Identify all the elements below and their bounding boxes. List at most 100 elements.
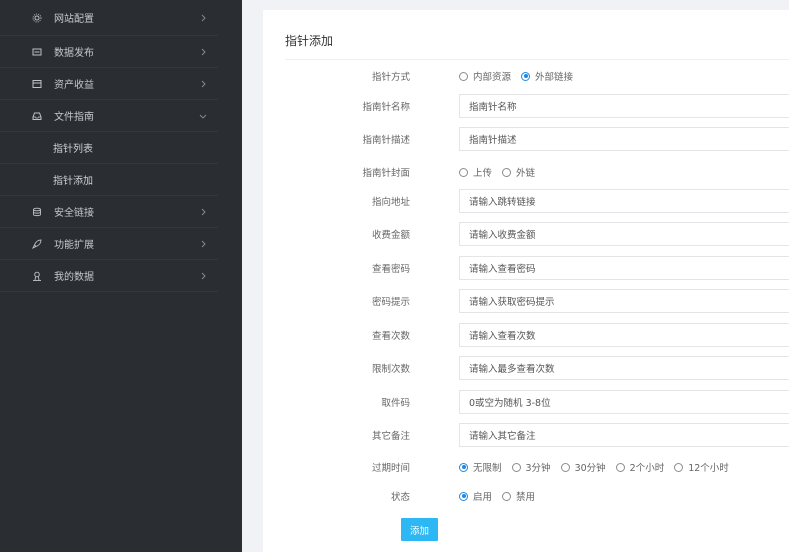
views-label: 查看次数 (371, 331, 410, 342)
status-radio-enabled[interactable]: 启用 (459, 489, 492, 503)
database-icon (32, 207, 42, 217)
inbox-icon (32, 111, 42, 121)
gear-icon (32, 13, 42, 23)
radio-label: 12个小时 (688, 463, 729, 474)
radio-label: 2个小时 (629, 463, 665, 474)
expire-radio-group: 无限制 3分钟 30分钟 2个小时 12个小时 (459, 460, 739, 474)
radio-circle-icon (502, 491, 512, 501)
desc-label: 指南针描述 (362, 135, 410, 146)
radio-checked-icon (521, 71, 531, 81)
form-row-password: 查看密码 请输入查看密码 (263, 256, 789, 280)
add-button[interactable]: 添加 (401, 518, 438, 541)
radio-label: 外链 (516, 168, 536, 179)
sidebar-item-label: 数据发布 (54, 48, 94, 59)
hint-label: 密码提示 (371, 297, 410, 308)
form-row-cover: 指南针封面 上传 外链 (263, 165, 789, 179)
expire-label: 过期时间 (371, 463, 410, 474)
form-card: 指针添加 指针方式 内部资源 外部链接 指南针名称 指南针名称 指南针描述 指南… (263, 10, 789, 552)
sidebar-subitem-pointer-list[interactable]: 指针列表 (0, 132, 218, 164)
expire-radio-12h[interactable]: 12个小时 (674, 460, 729, 474)
radio-circle-icon (502, 167, 512, 177)
form-row-hint: 密码提示 请输入获取密码提示 (263, 289, 789, 313)
cover-label: 指南针封面 (362, 168, 410, 179)
sidebar-item-file-guide[interactable]: 文件指南 (0, 100, 218, 132)
expire-radio-unlimited[interactable]: 无限制 (459, 460, 502, 474)
form-row-expire: 过期时间 无限制 3分钟 30分钟 2个小时 12个小时 (263, 460, 789, 474)
radio-label: 启用 (473, 492, 493, 503)
wallet-icon (32, 79, 42, 89)
sidebar: 网站配置 数据发布 资产收益 文件指南 指针列表 指针添加 安全链接 功能扩展 … (0, 0, 242, 552)
sidebar-item-asset-income[interactable]: 资产收益 (0, 68, 218, 100)
sidebar-item-label: 我的数据 (54, 272, 94, 283)
status-label: 状态 (390, 492, 410, 503)
sidebar-item-extensions[interactable]: 功能扩展 (0, 228, 218, 260)
chevron-right-icon (198, 13, 208, 23)
radio-circle-icon (674, 462, 684, 472)
expire-radio-2h[interactable]: 2个小时 (615, 460, 665, 474)
cover-radio-upload[interactable]: 上传 (459, 165, 492, 179)
rocket-icon (32, 239, 42, 249)
sidebar-item-my-data[interactable]: 我的数据 (0, 260, 218, 292)
radio-label: 禁用 (516, 492, 536, 503)
radio-circle-icon (560, 462, 570, 472)
radio-label: 30分钟 (574, 463, 606, 474)
code-label: 取件码 (381, 398, 410, 409)
mode-radio-internal[interactable]: 内部资源 (459, 69, 511, 83)
radio-label: 无限制 (473, 463, 502, 474)
mode-label: 指针方式 (371, 72, 410, 83)
mode-radio-external[interactable]: 外部链接 (521, 69, 573, 83)
fee-input[interactable]: 请输入收费金额 (459, 222, 789, 246)
expire-radio-3min[interactable]: 3分钟 (511, 460, 551, 474)
password-label: 查看密码 (371, 264, 410, 275)
sidebar-item-site-config[interactable]: 网站配置 (0, 0, 218, 36)
sidebar-item-secure-link[interactable]: 安全链接 (0, 196, 218, 228)
chevron-down-icon (198, 111, 208, 121)
chevron-right-icon (198, 207, 208, 217)
page-title: 指针添加 (285, 34, 334, 48)
form-row-limit: 限制次数 请输入最多查看次数 (263, 356, 789, 380)
name-input[interactable]: 指南针名称 (459, 94, 789, 118)
form-row-code: 取件码 0或空为随机 3-8位 (263, 390, 789, 414)
divider (285, 59, 789, 60)
password-input[interactable]: 请输入查看密码 (459, 256, 789, 280)
radio-label: 内部资源 (473, 72, 512, 83)
note-label: 其它备注 (371, 431, 410, 442)
limit-input[interactable]: 请输入最多查看次数 (459, 356, 789, 380)
chevron-right-icon (198, 79, 208, 89)
status-radio-disabled[interactable]: 禁用 (502, 489, 535, 503)
monitor-icon (32, 47, 42, 57)
radio-label: 上传 (473, 168, 493, 179)
hint-input[interactable]: 请输入获取密码提示 (459, 289, 789, 313)
sidebar-item-label: 安全链接 (54, 208, 94, 219)
radio-label: 外部链接 (535, 72, 574, 83)
form-row-name: 指南针名称 指南针名称 (263, 94, 789, 118)
sidebar-item-data-publish[interactable]: 数据发布 (0, 36, 218, 68)
form-row-mode: 指针方式 内部资源 外部链接 (263, 69, 789, 83)
code-input[interactable]: 0或空为随机 3-8位 (459, 390, 789, 414)
sidebar-item-label: 网站配置 (54, 14, 94, 25)
cover-radio-external[interactable]: 外链 (502, 165, 535, 179)
status-radio-group: 启用 禁用 (459, 489, 545, 503)
expire-radio-30min[interactable]: 30分钟 (560, 460, 606, 474)
mode-radio-group: 内部资源 外部链接 (459, 69, 583, 83)
form-row-views: 查看次数 请输入查看次数 (263, 323, 789, 347)
cover-radio-group: 上传 外链 (459, 165, 545, 179)
fee-label: 收费金额 (371, 230, 410, 241)
chevron-right-icon (198, 239, 208, 249)
desc-input[interactable]: 指南针描述 (459, 127, 789, 151)
radio-checked-icon (459, 491, 468, 501)
form-row-status: 状态 启用 禁用 (263, 489, 789, 503)
radio-circle-icon (459, 71, 468, 81)
form-row-note: 其它备注 请输入其它备注 (263, 423, 789, 447)
radio-checked-icon (459, 462, 468, 472)
views-input[interactable]: 请输入查看次数 (459, 323, 789, 347)
radio-circle-icon (615, 462, 625, 472)
name-label: 指南针名称 (362, 102, 410, 113)
sidebar-item-label: 功能扩展 (54, 240, 94, 251)
radio-label: 3分钟 (525, 463, 551, 474)
sidebar-subitem-pointer-add[interactable]: 指针添加 (0, 164, 218, 196)
url-input[interactable]: 请输入跳转链接 (459, 189, 789, 213)
sidebar-item-label: 资产收益 (54, 80, 94, 91)
main-area: 指针添加 指针方式 内部资源 外部链接 指南针名称 指南针名称 指南针描述 指南… (242, 0, 789, 552)
note-input[interactable]: 请输入其它备注 (459, 423, 789, 447)
